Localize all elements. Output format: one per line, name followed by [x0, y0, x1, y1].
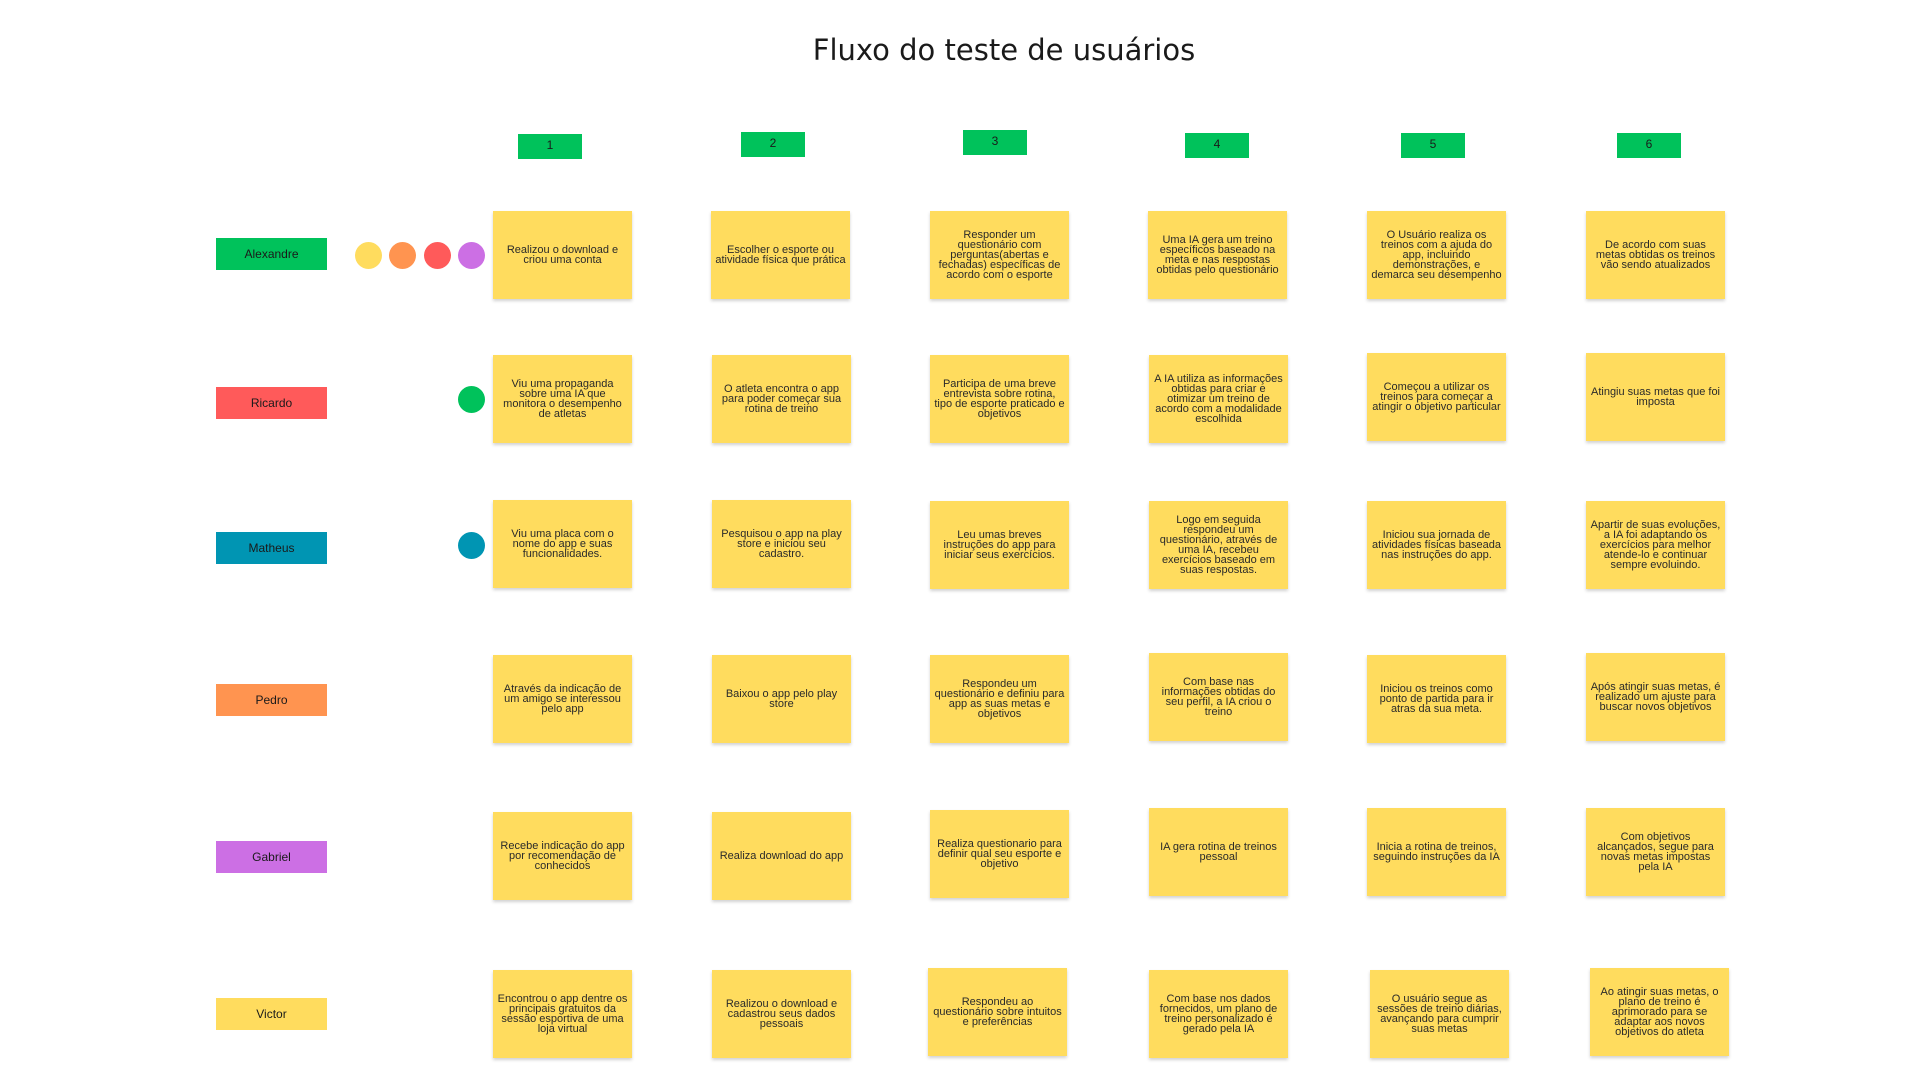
- sticky-note: Através da indicação de um amigo se inte…: [493, 655, 632, 743]
- dot-green: [458, 386, 485, 413]
- step-header-6: 6: [1617, 133, 1681, 158]
- sticky-note: Viu uma placa com o nome do app e suas f…: [493, 500, 632, 588]
- sticky-note: Iniciou sua jornada de atividades física…: [1367, 501, 1506, 589]
- sticky-note: Com base nas informações obtidas do seu …: [1149, 653, 1288, 741]
- sticky-note: Viu uma propaganda sobre uma IA que moni…: [493, 355, 632, 443]
- sticky-note: De acordo com suas metas obtidas os trei…: [1586, 211, 1725, 299]
- sticky-note: IA gera rotina de treinos pessoal: [1149, 808, 1288, 896]
- user-label-gabriel: Gabriel: [216, 841, 327, 873]
- sticky-note: Responder um questionário com perguntas(…: [930, 211, 1069, 299]
- sticky-note: Uma IA gera um treino específicos basead…: [1148, 211, 1287, 299]
- sticky-note: Recebe indicação do app por recomendação…: [493, 812, 632, 900]
- sticky-note: Atingiu suas metas que foi imposta: [1586, 353, 1725, 441]
- page-title: Fluxo do teste de usuários: [812, 33, 1196, 67]
- sticky-note: Após atingir suas metas, é realizado um …: [1586, 653, 1725, 741]
- user-label-matheus: Matheus: [216, 532, 327, 564]
- sticky-note: Com objetivos alcançados, segue para nov…: [1586, 808, 1725, 896]
- sticky-note: Realiza questionario para definir qual s…: [930, 810, 1069, 898]
- step-header-3: 3: [963, 130, 1027, 155]
- sticky-note: O usuário segue as sessões de treino diá…: [1370, 970, 1509, 1058]
- user-label-pedro: Pedro: [216, 684, 327, 716]
- dot-teal: [458, 532, 485, 559]
- dot-orange: [389, 242, 416, 269]
- sticky-note: Leu umas breves instruções do app para i…: [930, 501, 1069, 589]
- sticky-note: Realiza download do app: [712, 812, 851, 900]
- step-header-5: 5: [1401, 133, 1465, 158]
- step-header-2: 2: [741, 132, 805, 157]
- sticky-note: Com base nos dados fornecidos, um plano …: [1149, 970, 1288, 1058]
- sticky-note: A IA utiliza as informações obtidas para…: [1149, 355, 1288, 443]
- sticky-note: Baixou o app pelo play store: [712, 655, 851, 743]
- sticky-note: Logo em seguida respondeu um questionári…: [1149, 501, 1288, 589]
- sticky-note: Participa de uma breve entrevista sobre …: [930, 355, 1069, 443]
- sticky-note: Ao atingir suas metas, o plano de treino…: [1590, 968, 1729, 1056]
- sticky-note: Respondeu ao questionário sobre intuitos…: [928, 968, 1067, 1056]
- sticky-note: Começou a utilizar os treinos para começ…: [1367, 353, 1506, 441]
- sticky-note: O atleta encontra o app para poder começ…: [712, 355, 851, 443]
- sticky-note: Escolher o esporte ou atividade física q…: [711, 211, 850, 299]
- sticky-note: Pesquisou o app na play store e iniciou …: [712, 500, 851, 588]
- sticky-note: Realizou o download e cadastrou seus dad…: [712, 970, 851, 1058]
- step-header-1: 1: [518, 134, 582, 159]
- sticky-note: Respondeu um questionário e definiu para…: [930, 655, 1069, 743]
- sticky-note: Inicia a rotina de treinos, seguindo ins…: [1367, 808, 1506, 896]
- user-label-victor: Victor: [216, 998, 327, 1030]
- sticky-note: Iniciou os treinos como ponto de partida…: [1367, 655, 1506, 743]
- dot-purple: [458, 242, 485, 269]
- user-label-alexandre: Alexandre: [216, 238, 327, 270]
- dot-yellow: [355, 242, 382, 269]
- dot-red: [424, 242, 451, 269]
- sticky-note: Realizou o download e criou uma conta: [493, 211, 632, 299]
- step-header-4: 4: [1185, 133, 1249, 158]
- sticky-note: Apartir de suas evoluções, a IA foi adap…: [1586, 501, 1725, 589]
- user-label-ricardo: Ricardo: [216, 387, 327, 419]
- sticky-note: O Usuário realiza os treinos com a ajuda…: [1367, 211, 1506, 299]
- sticky-note: Encontrou o app dentre os principais gra…: [493, 970, 632, 1058]
